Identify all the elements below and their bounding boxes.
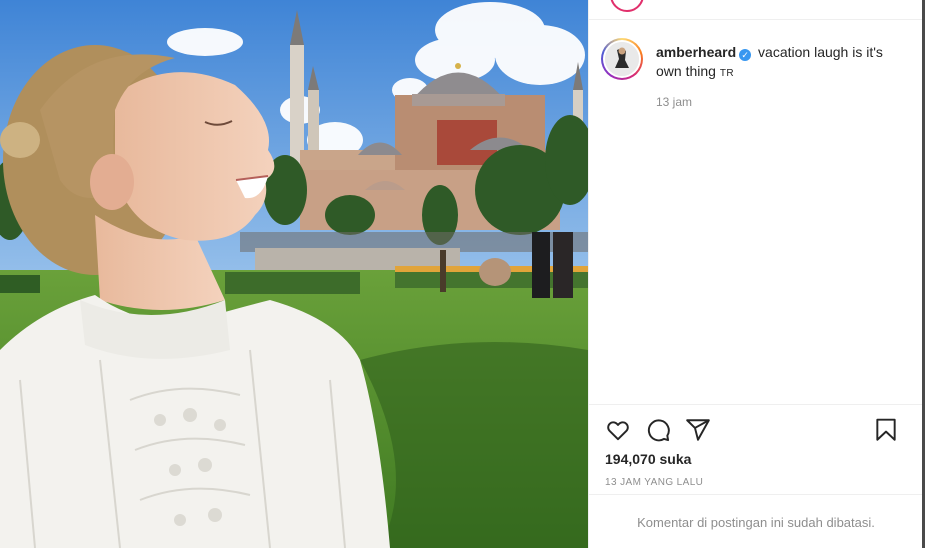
- post-timestamp[interactable]: 13 JAM YANG LALU: [605, 477, 703, 488]
- photo-illustration: [0, 0, 588, 548]
- comment-section: Komentar di postingan ini sudah dibatasi…: [589, 494, 923, 548]
- post-details-panel: amberheard ✓ vacation laugh is it's own t…: [588, 0, 925, 548]
- header-avatar[interactable]: [610, 0, 644, 12]
- post-photo[interactable]: [0, 0, 588, 548]
- post-caption: amberheard ✓ vacation laugh is it's own t…: [601, 38, 911, 83]
- verified-badge-icon: ✓: [739, 49, 752, 61]
- comment-bubble-icon[interactable]: [645, 417, 673, 445]
- avatar-image: [605, 42, 639, 76]
- post-actions-section: 194,070 suka 13 JAM YANG LALU: [589, 404, 923, 488]
- caption-avatar[interactable]: [601, 38, 643, 80]
- caption-timestamp[interactable]: 13 jam: [656, 95, 692, 109]
- likes-count[interactable]: 194,070 suka: [605, 451, 691, 467]
- comments-restricted-notice: Komentar di postingan ini sudah dibatasi…: [637, 515, 875, 530]
- action-bar: [605, 417, 909, 445]
- heart-icon[interactable]: [605, 417, 633, 445]
- post-header-strip: [589, 0, 923, 20]
- paper-plane-icon[interactable]: [685, 417, 713, 445]
- instagram-post: amberheard ✓ vacation laugh is it's own t…: [0, 0, 925, 548]
- caption-tag: TR: [719, 68, 735, 79]
- caption-body: amberheard ✓ vacation laugh is it's own t…: [656, 43, 908, 83]
- bookmark-icon[interactable]: [873, 417, 901, 445]
- username-link[interactable]: amberheard: [656, 44, 736, 60]
